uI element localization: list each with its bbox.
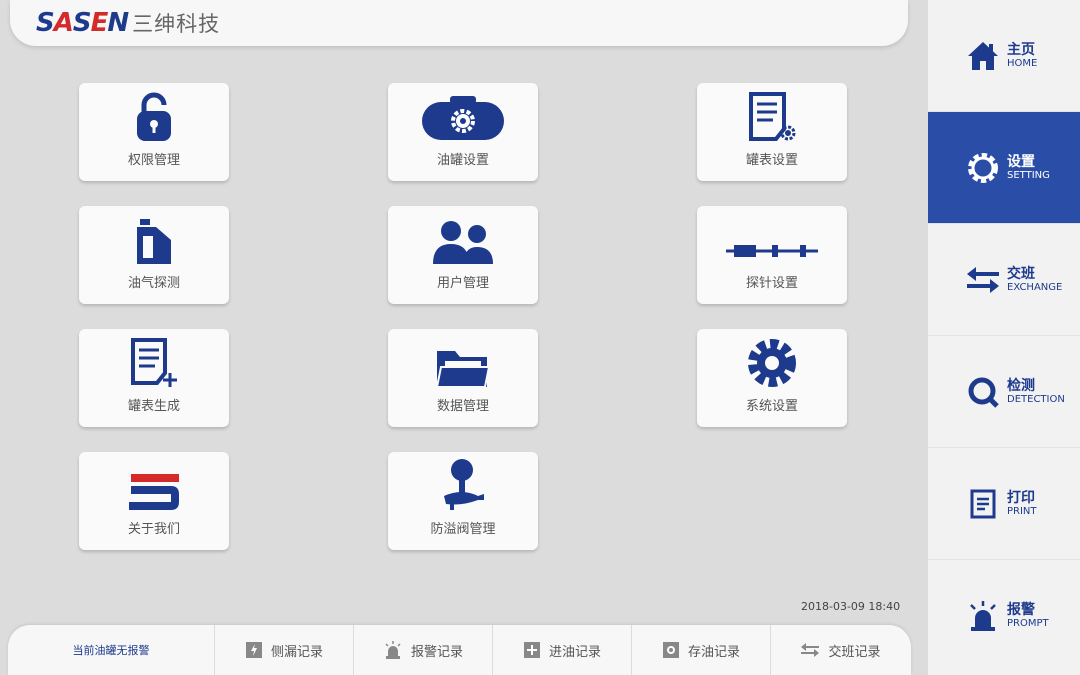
tile-label: 油罐设置 (436, 153, 489, 168)
sidebar-label-cn: 交班 (1007, 265, 1035, 282)
bottom-item-label: 交班记录 (828, 644, 881, 660)
exchange-icon (967, 266, 999, 293)
tile-label: 罐表设置 (745, 153, 798, 168)
alarm-status: 当前油罐无报警 (8, 625, 215, 675)
sasen-logo-icon (129, 474, 179, 510)
sidebar-label-cn: 设置 (1007, 153, 1035, 170)
tile-overfill-valve[interactable]: 防溢阀管理 (388, 452, 538, 550)
sidebar-label-en: DETECTION (1007, 393, 1065, 405)
header-bar: SASEN 三绅科技 (10, 0, 908, 46)
sidebar: 主页 HOME 设置 SETTING 交班 EXCHANGE 检测 DETECTION … (928, 0, 1080, 675)
tank-table-settings-icon (749, 92, 796, 141)
sidebar-label-en: EXCHANGE (1007, 281, 1063, 293)
home-icon (968, 41, 998, 70)
valve-icon (444, 459, 484, 510)
tank-settings-icon (422, 96, 504, 140)
bottom-bar: 当前油罐无报警 侧漏记录 报警记录 进油记录 存油记录 交班记录 (8, 625, 911, 675)
exchange-icon (801, 643, 820, 657)
probe-icon (726, 245, 818, 257)
leak-icon (245, 642, 262, 658)
storage-icon (662, 642, 679, 658)
brand-logo: SASEN 三绅科技 (36, 8, 220, 38)
sidebar-item-setting[interactable]: 设置 SETTING (928, 112, 1080, 224)
tile-about-us[interactable]: 关于我们 (79, 452, 229, 550)
leak-record-button[interactable]: 侧漏记录 (215, 625, 354, 675)
bottom-item-label: 侧漏记录 (270, 644, 323, 660)
detection-icon (968, 377, 999, 408)
storage-record-button[interactable]: 存油记录 (632, 625, 771, 675)
tile-label: 数据管理 (436, 399, 489, 414)
sidebar-label-en: PROMPT (1007, 618, 1049, 630)
sidebar-item-home[interactable]: 主页 HOME (928, 0, 1080, 112)
bottom-item-label: 存油记录 (687, 644, 740, 660)
sidebar-label-cn: 主页 (1007, 41, 1035, 58)
sidebar-label-en: SETTING (1007, 169, 1050, 181)
unlock-icon (137, 92, 171, 141)
timestamp: 2018-03-09 18:40 (801, 600, 901, 613)
tile-label: 关于我们 (127, 522, 180, 537)
sidebar-label-cn: 打印 (1007, 489, 1035, 506)
alarm-icon (385, 641, 401, 659)
alarm-icon (970, 601, 996, 631)
sidebar-label-cn: 检测 (1007, 377, 1035, 394)
bottom-item-label: 进油记录 (548, 644, 601, 660)
tile-tank-table-generate[interactable]: 罐表生成 (79, 329, 229, 427)
alarm-record-button[interactable]: 报警记录 (354, 625, 493, 675)
tile-label: 油气探测 (127, 276, 180, 291)
tile-data-management[interactable]: 数据管理 (388, 329, 538, 427)
tile-label: 用户管理 (436, 276, 489, 291)
logo-cn-text: 三绅科技 (132, 12, 221, 36)
tile-user-management[interactable]: 用户管理 (388, 206, 538, 304)
tile-label: 探针设置 (745, 276, 798, 291)
sidebar-item-prompt[interactable]: 报警 PROMPT (928, 560, 1080, 672)
sidebar-label-en: HOME (1007, 57, 1038, 69)
users-icon (433, 221, 493, 264)
tile-vapor-detection[interactable]: 油气探测 (79, 206, 229, 304)
gear-icon (748, 339, 796, 387)
gear-icon (968, 152, 998, 183)
document-add-icon (131, 338, 177, 387)
plus-box-icon (523, 642, 540, 658)
sidebar-item-exchange[interactable]: 交班 EXCHANGE (928, 224, 1080, 336)
folder-icon (435, 351, 491, 388)
sidebar-label-en: PRINT (1007, 505, 1037, 517)
tile-label: 权限管理 (127, 153, 180, 168)
sidebar-label-cn: 报警 (1007, 602, 1035, 619)
tile-label: 系统设置 (745, 399, 798, 414)
tile-tank-settings[interactable]: 油罐设置 (388, 83, 538, 181)
tile-label: 防溢阀管理 (430, 522, 496, 537)
tile-tank-table-settings[interactable]: 罐表设置 (697, 83, 847, 181)
tile-probe-settings[interactable]: 探针设置 (697, 206, 847, 304)
sidebar-item-detection[interactable]: 检测 DETECTION (928, 336, 1080, 448)
tile-label: 罐表生成 (127, 399, 180, 414)
fuel-in-record-button[interactable]: 进油记录 (493, 625, 632, 675)
sidebar-item-print[interactable]: 打印 PRINT (928, 448, 1080, 560)
print-icon (970, 489, 996, 518)
tile-system-settings[interactable]: 系统设置 (697, 329, 847, 427)
bottom-item-label: 报警记录 (410, 644, 463, 660)
tile-permission[interactable]: 权限管理 (79, 83, 229, 181)
fuel-can-icon (137, 219, 171, 264)
shift-record-button[interactable]: 交班记录 (771, 625, 910, 675)
logo-text: SASEN (36, 8, 129, 38)
